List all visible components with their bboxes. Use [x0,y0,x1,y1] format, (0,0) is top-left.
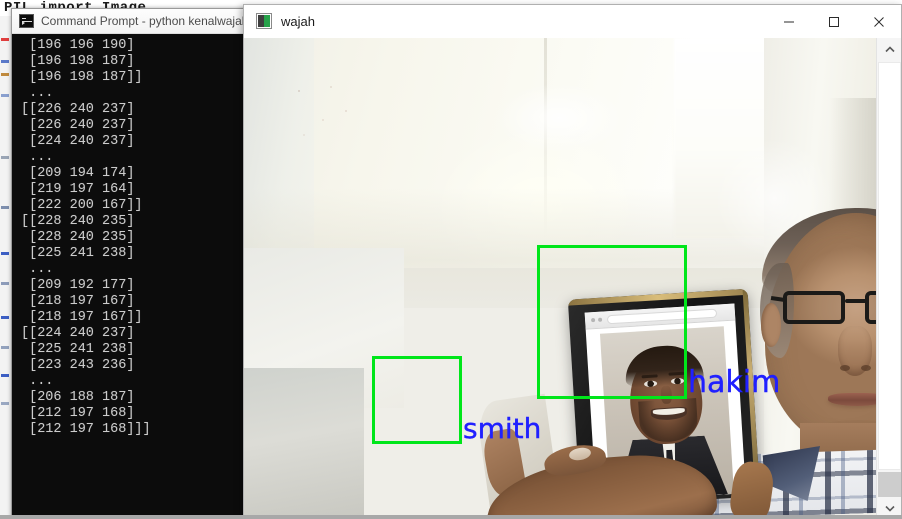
command-prompt-titlebar[interactable]: Command Prompt - python kenalwajah [12,9,263,34]
face-label-smith: smith [463,412,542,445]
console-line: [212 197 168]]] [21,422,151,437]
close-button[interactable] [856,5,901,38]
console-line: [196 198 187] [21,54,135,69]
console-line: [196 198 187]] [21,70,143,85]
scrollbar-track[interactable] [877,60,901,497]
close-icon [873,16,884,27]
chevron-down-icon [884,505,895,512]
eyeglasses [770,291,876,327]
console-line: [[228 240 235] [21,214,135,229]
screen-root: PIL import Image Command Prompt - python… [0,0,902,519]
webcam-video-frame: hakim smith [244,38,876,519]
console-line: [224 240 237] [21,134,135,149]
console-line: [226 240 237] [21,118,135,133]
chevron-up-icon [884,45,895,52]
console-line: [209 192 177] [21,278,135,293]
console-line: [[224 240 237] [21,326,135,341]
face-label-hakim: hakim [688,365,781,400]
wajah-client-area: hakim smith [244,38,901,519]
console-line: [225 241 238] [21,246,135,261]
minimize-button[interactable] [766,5,811,38]
console-line: [206 188 187] [21,390,135,405]
console-line: [223 243 236] [21,358,135,373]
command-prompt-icon [19,14,34,28]
wajah-window[interactable]: wajah hakim smith [243,4,902,519]
scroll-up-arrow[interactable] [877,38,901,60]
wajah-window-title: wajah [281,13,315,29]
console-line: [212 197 168] [21,406,135,421]
command-prompt-output[interactable]: [196 196 190] [196 198 187] [196 198 187… [12,34,263,519]
console-line: ... [21,374,54,389]
console-line: ... [21,262,54,277]
console-line: [196 196 190] [21,38,135,53]
console-line: [[226 240 237] [21,102,135,117]
command-prompt-title: Command Prompt - python kenalwajah [41,14,249,28]
console-line: [222 200 167]] [21,198,143,213]
wajah-titlebar[interactable]: wajah [244,5,901,38]
wajah-vertical-scrollbar[interactable] [876,38,901,519]
console-line: [228 240 235] [21,230,135,245]
bottom-strip [0,515,902,519]
scrollbar-thumb-lower[interactable] [878,472,901,497]
scrollbar-thumb[interactable] [878,62,901,470]
console-line: [219 197 164] [21,182,135,197]
console-line: [218 197 167]] [21,310,143,325]
opencv-window-icon [256,13,272,29]
console-line: [218 197 167] [21,294,135,309]
maximize-button[interactable] [811,5,856,38]
face-bounding-box-smith [372,356,462,444]
maximize-icon [828,16,839,27]
console-line: ... [21,86,54,101]
command-prompt-window[interactable]: Command Prompt - python kenalwajah [196 … [11,8,264,519]
minimize-icon [783,21,794,22]
window-controls [766,5,901,38]
face-bounding-box-hakim [537,245,687,399]
console-line: [209 194 174] [21,166,135,181]
console-line: ... [21,150,54,165]
console-line: [225 241 238] [21,342,135,357]
